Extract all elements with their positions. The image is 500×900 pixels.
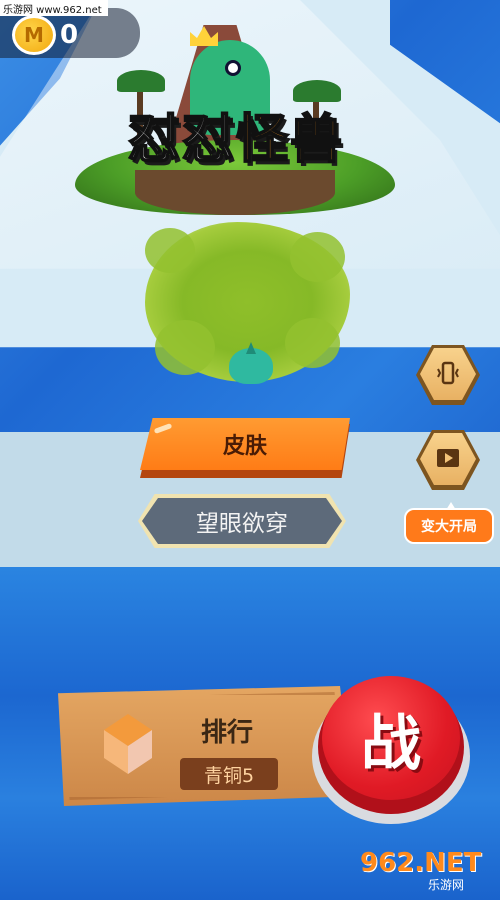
smoke-puff	[145, 228, 195, 273]
rank-medal-icon	[104, 714, 152, 774]
logo-char: 怼	[181, 109, 235, 171]
skin-button[interactable]: 皮肤	[140, 418, 350, 478]
player-monster	[229, 342, 273, 384]
smoke-puff	[290, 232, 345, 282]
dinosaur-eye	[225, 60, 241, 76]
palm-leaves	[293, 80, 341, 102]
coin-count: 0	[60, 20, 79, 50]
island-rock	[135, 170, 335, 215]
phone-vibrate-icon	[437, 361, 459, 385]
watermark-top: 乐游网 www.962.net	[0, 0, 108, 16]
logo-char: 怼	[127, 109, 181, 171]
palm-leaves	[117, 70, 165, 92]
status-text: 望眼欲穿	[196, 511, 288, 537]
video-play-icon	[437, 449, 459, 467]
fight-button-label: 战	[361, 708, 421, 779]
game-scene: 怼 怼 怪 兽 皮肤 望眼欲穿 变大开局 排行 青铜5 战 M 0 乐游网 ww…	[0, 0, 500, 900]
watermark-bottom: 962.NET 乐游网	[360, 848, 495, 896]
watermark-top-text: 乐游网 www.962.net	[3, 4, 102, 16]
watch-video-button[interactable]	[416, 430, 480, 490]
status-plate: 望眼欲穿	[142, 498, 342, 544]
big-start-label: 变大开局	[421, 519, 477, 535]
rank-tier-badge: 青铜5	[180, 758, 278, 790]
ranking-board[interactable]: 排行 青铜5	[52, 686, 352, 806]
watermark-sub-text: 乐游网	[428, 878, 465, 892]
watermark-logo-text: 962.NET	[360, 848, 482, 878]
logo-char: 兽	[289, 109, 343, 171]
rank-title: 排行	[200, 717, 253, 748]
logo-title: 怼 怼 怪 兽	[95, 108, 375, 172]
fight-button[interactable]: 战	[312, 672, 470, 824]
logo-char: 怪	[235, 109, 289, 171]
big-start-button[interactable]: 变大开局	[404, 502, 494, 544]
coin-letter: M	[24, 23, 44, 47]
vibrate-toggle-button[interactable]	[416, 345, 480, 405]
smoke-puff	[285, 318, 340, 368]
skin-button-label: 皮肤	[222, 434, 267, 459]
coin-icon: M	[12, 15, 56, 55]
smoke-puff	[155, 320, 215, 375]
